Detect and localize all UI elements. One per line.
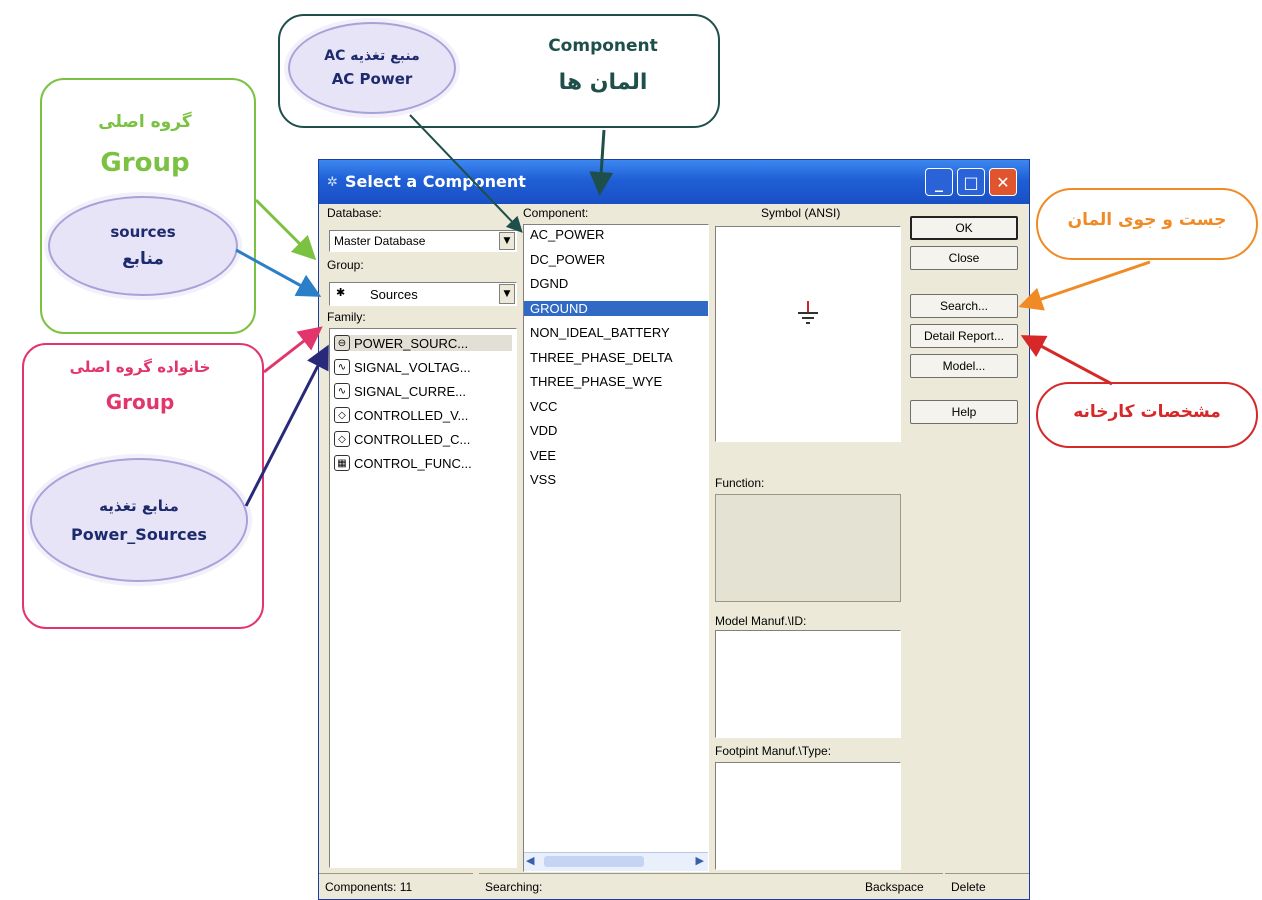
component-item[interactable]: VDD	[530, 423, 557, 438]
component-callout-fa: المان ها	[558, 70, 648, 95]
close-window-button[interactable]: ✕	[989, 168, 1017, 196]
family-item-label: SIGNAL_VOLTAG...	[354, 359, 471, 375]
scroll-left-icon[interactable]: ◀	[526, 854, 534, 867]
power-sources-cloud-en: Power_Sources	[71, 524, 207, 544]
symbol-label: Symbol (ANSI)	[761, 206, 841, 220]
group-select[interactable]: ✱ Sources ▼	[329, 282, 517, 306]
family-item[interactable]: ⊖ POWER_SOURC...	[334, 335, 512, 351]
family-item-label: SIGNAL_CURRE...	[354, 383, 466, 399]
component-label: Component:	[523, 206, 589, 220]
family-list[interactable]: ⊖ POWER_SOURC... ∿ SIGNAL_VOLTAG... ∿ SIGNAL_…	[329, 328, 517, 868]
power-sources-cloud-fa: منابع تغذیه	[99, 496, 179, 515]
sources-cloud-fa: منابع	[122, 249, 164, 269]
family-callout-fa: خانواده گروه اصلی	[69, 358, 211, 376]
detail-callout-fa: مشخصات کارخانه	[1073, 402, 1221, 422]
component-item[interactable]: GROUND	[524, 300, 708, 316]
family-item[interactable]: ◇ CONTROLLED_V...	[334, 407, 468, 423]
family-item-label: CONTROLLED_C...	[354, 431, 471, 447]
footprint-list[interactable]	[715, 762, 901, 870]
component-item[interactable]: THREE_PHASE_WYE	[530, 374, 662, 389]
function-label: Function:	[715, 476, 765, 490]
family-item[interactable]: ▦ CONTROL_FUNC...	[334, 455, 472, 471]
function-box	[715, 494, 901, 602]
status-delete: Delete	[945, 873, 1029, 899]
app-icon: ✲	[327, 175, 338, 190]
ac-power-cloud-fa: منبع تغذیه AC	[324, 48, 420, 64]
component-item[interactable]: THREE_PHASE_DELTA	[530, 350, 673, 365]
family-arrow	[263, 326, 323, 374]
model-label: Model Manuf.\ID:	[715, 614, 807, 628]
database-select[interactable]: Master Database ▼	[329, 230, 517, 252]
component-item[interactable]: VCC	[530, 399, 557, 414]
status-searching: Searching:	[479, 873, 859, 899]
window-title: Select a Component	[345, 172, 526, 191]
signal-voltage-icon: ∿	[334, 359, 350, 375]
component-item[interactable]: DC_POWER	[530, 252, 605, 267]
scroll-thumb[interactable]	[544, 856, 644, 867]
power-sources-cloud: منابع تغذیه Power_Sources	[30, 458, 248, 582]
status-components: Components: 11	[319, 873, 473, 899]
help-button[interactable]: Help	[910, 400, 1018, 424]
maximize-button[interactable]: □	[957, 168, 985, 196]
sources-group-icon: ✱	[336, 286, 346, 299]
component-item[interactable]: NON_IDEAL_BATTERY	[530, 325, 670, 340]
family-item-label: POWER_SOURC...	[354, 335, 469, 351]
footprint-label: Footpint Manuf.\Type:	[715, 744, 832, 758]
status-backspace: Backspace	[859, 873, 943, 899]
minimize-button[interactable]: _	[925, 168, 953, 196]
scroll-right-icon[interactable]: ▶	[696, 854, 704, 867]
select-component-dialog: ✲ Select a Component _ □ ✕ Database: Mas…	[318, 159, 1030, 900]
search-callout-fa: جست و جوی المان	[1067, 210, 1227, 230]
detail-arrow	[1020, 335, 1113, 386]
family-item-label: CONTROLLED_V...	[354, 407, 469, 423]
ground-symbol-icon	[798, 301, 818, 324]
title-bar: ✲ Select a Component _ □ ✕	[319, 160, 1029, 204]
family-callout-en: Group	[105, 390, 175, 414]
group-callout-fa: گروه اصلی	[98, 112, 192, 132]
component-callout-en: Component	[548, 36, 658, 56]
controlled-voltage-icon: ◇	[334, 407, 350, 423]
detail-report-button[interactable]: Detail Report...	[910, 324, 1018, 348]
close-button[interactable]: Close	[910, 246, 1018, 270]
group-callout-en: Group	[100, 148, 190, 178]
group-label: Group:	[327, 258, 364, 272]
group-arrow	[254, 198, 317, 261]
ok-button[interactable]: OK	[910, 216, 1018, 240]
signal-current-icon: ∿	[334, 383, 350, 399]
symbol-preview	[715, 226, 901, 442]
search-arrow	[1018, 260, 1151, 311]
family-item-label: CONTROL_FUNC...	[354, 455, 472, 471]
component-item[interactable]: DGND	[530, 276, 568, 291]
component-item[interactable]: VSS	[530, 472, 556, 487]
chevron-down-icon[interactable]: ▼	[499, 284, 515, 304]
component-list[interactable]: AC_POWER DC_POWER DGND GROUND NON_IDEAL_BATT…	[523, 224, 709, 872]
family-label: Family:	[327, 310, 366, 324]
family-item[interactable]: ∿ SIGNAL_VOLTAG...	[334, 359, 471, 375]
power-source-icon: ⊖	[334, 335, 350, 351]
sources-cloud-en: sources	[110, 223, 176, 241]
family-item[interactable]: ∿ SIGNAL_CURRE...	[334, 383, 466, 399]
horizontal-scrollbar[interactable]: ◀ ▶	[524, 852, 708, 871]
sources-cloud: sources منابع	[48, 196, 238, 296]
ac-power-cloud-en: AC Power	[331, 70, 413, 88]
database-value: Master Database	[334, 234, 426, 248]
model-list[interactable]	[715, 630, 901, 738]
control-function-icon: ▦	[334, 455, 350, 471]
family-item[interactable]: ◇ CONTROLLED_C...	[334, 431, 470, 447]
search-button[interactable]: Search...	[910, 294, 1018, 318]
chevron-down-icon[interactable]: ▼	[499, 232, 515, 250]
group-value: Sources	[370, 287, 418, 302]
component-item[interactable]: AC_POWER	[530, 227, 604, 242]
database-label: Database:	[327, 206, 382, 220]
controlled-current-icon: ◇	[334, 431, 350, 447]
ac-power-cloud: منبع تغذیه AC AC Power	[288, 22, 456, 114]
model-button[interactable]: Model...	[910, 354, 1018, 378]
component-item[interactable]: VEE	[530, 448, 556, 463]
